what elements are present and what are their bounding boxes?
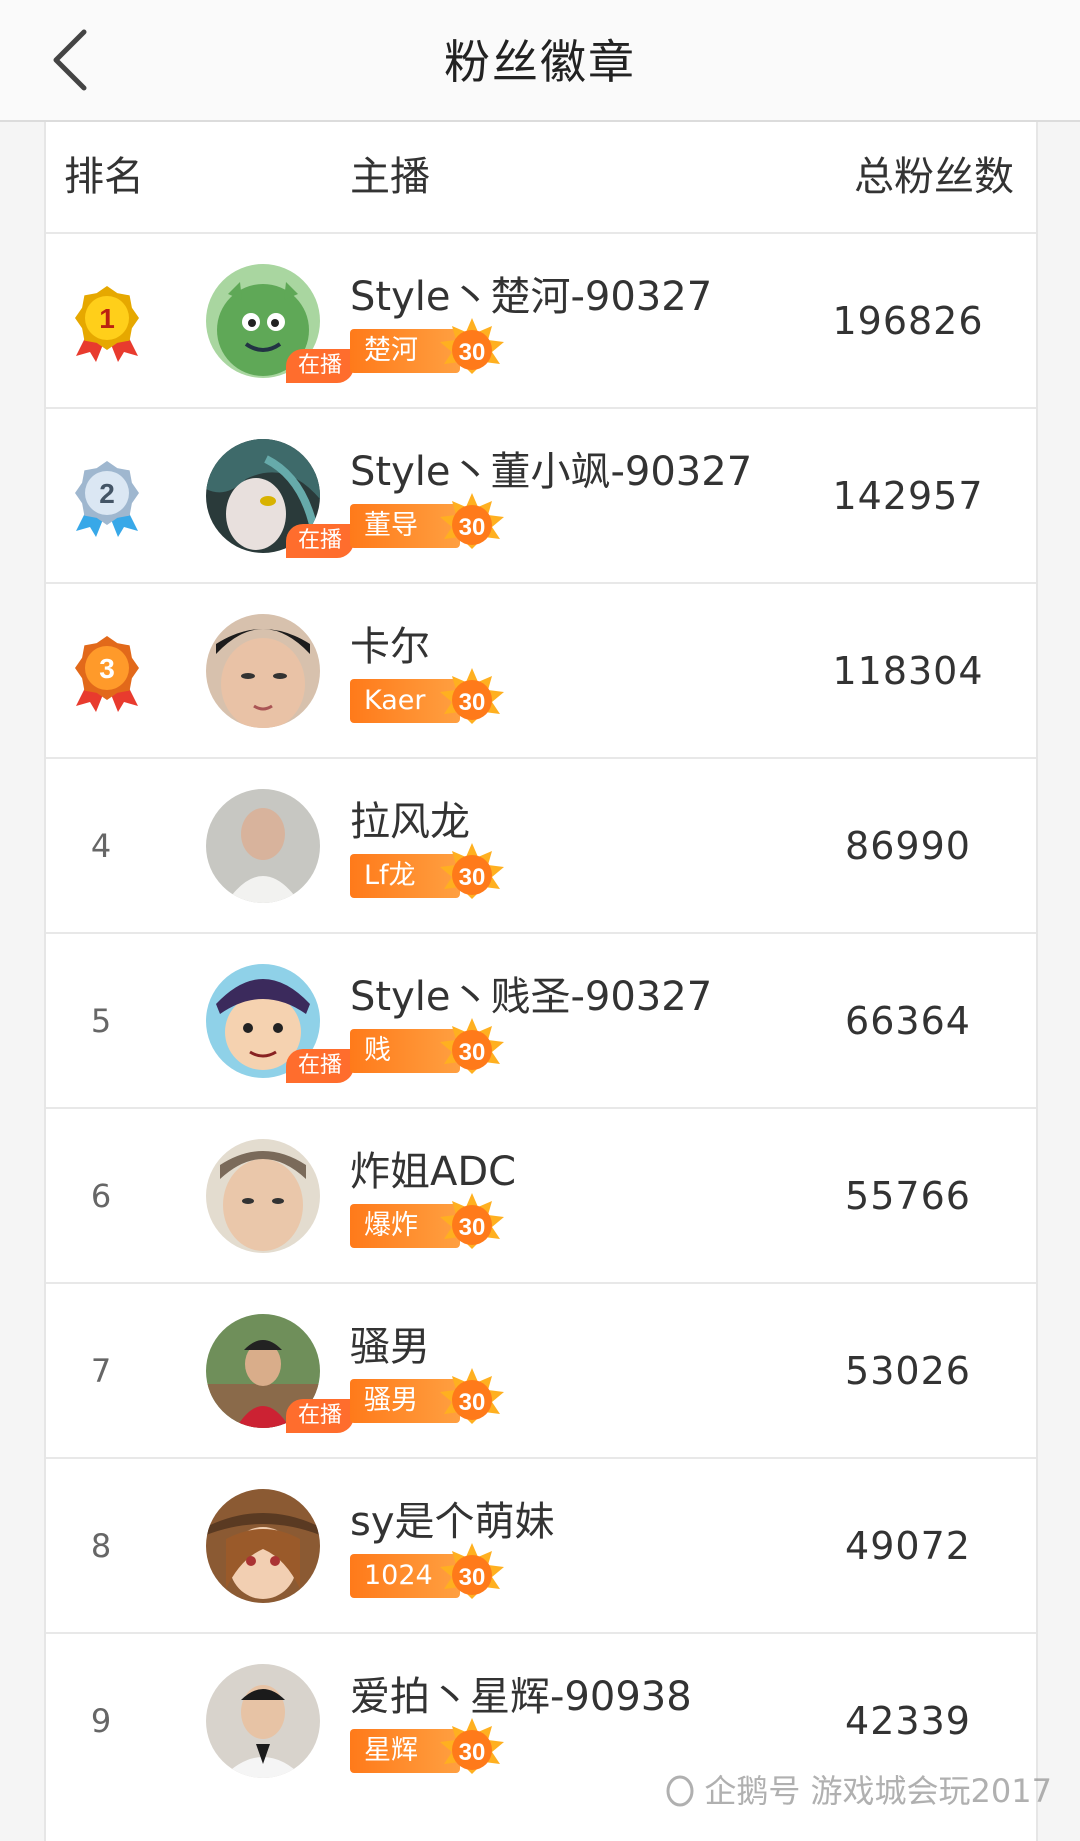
svg-text:2: 2 bbox=[99, 478, 115, 509]
ranking-row[interactable]: 4 拉风龙 Lf龙 30 86990 bbox=[46, 757, 1036, 934]
svg-text:30: 30 bbox=[459, 864, 486, 891]
watermark: 企鹅号 游戏城会玩2017 bbox=[662, 1766, 1052, 1815]
column-header-anchor: 主播 bbox=[350, 154, 430, 200]
watermark-text: 企鹅号 游戏城会玩2017 bbox=[704, 1772, 1052, 1810]
silver-medal-icon: 2 bbox=[68, 457, 146, 537]
man-portrait-avatar bbox=[206, 1664, 320, 1778]
svg-text:30: 30 bbox=[459, 1039, 486, 1066]
avatar[interactable] bbox=[206, 1139, 320, 1253]
rank-number: 5 bbox=[90, 1002, 112, 1040]
svg-text:30: 30 bbox=[459, 339, 486, 366]
badge-level-icon: 30 bbox=[434, 1014, 510, 1076]
live-status-badge: 在播 bbox=[286, 1399, 354, 1433]
ranking-row[interactable]: 5 在播 Style丶贱圣-90327 贱 30 66364 bbox=[46, 932, 1036, 1109]
anchor-name[interactable]: Style丶董小飒-90327 bbox=[350, 439, 752, 497]
fan-count: 49072 bbox=[845, 1524, 971, 1568]
avatar[interactable] bbox=[206, 1489, 320, 1603]
fan-count: 55766 bbox=[845, 1174, 971, 1218]
svg-text:30: 30 bbox=[459, 1739, 486, 1766]
badge-level-icon: 30 bbox=[434, 314, 510, 376]
anchor-name[interactable]: 爱拍丶星辉-90938 bbox=[350, 1664, 692, 1722]
page-title: 粉丝徽章 bbox=[444, 35, 636, 89]
svg-text:30: 30 bbox=[459, 1564, 486, 1591]
penguin-logo-icon bbox=[662, 1771, 698, 1815]
bald-man-avatar bbox=[206, 789, 320, 903]
svg-text:3: 3 bbox=[99, 653, 115, 684]
rank-number: 7 bbox=[90, 1352, 112, 1390]
app-header: 粉丝徽章 bbox=[0, 0, 1080, 122]
badge-level-icon: 30 bbox=[434, 839, 510, 901]
badge-level-icon: 30 bbox=[434, 489, 510, 551]
fan-count: 66364 bbox=[845, 999, 971, 1043]
ranking-row[interactable]: 3 卡尔 Kaer 30 118304 bbox=[46, 582, 1036, 759]
svg-text:30: 30 bbox=[459, 514, 486, 541]
anchor-name[interactable]: Style丶楚河-90327 bbox=[350, 264, 712, 322]
rank-number: 8 bbox=[90, 1527, 112, 1565]
gold-medal-icon: 1 bbox=[68, 282, 146, 362]
fan-count: 53026 bbox=[845, 1349, 971, 1393]
fan-count: 86990 bbox=[845, 824, 971, 868]
young-man-avatar bbox=[206, 614, 320, 728]
avatar[interactable] bbox=[206, 789, 320, 903]
svg-text:30: 30 bbox=[459, 1389, 486, 1416]
anchor-name[interactable]: 骚男 bbox=[350, 1314, 430, 1372]
badge-level-icon: 30 bbox=[434, 1364, 510, 1426]
rank-number: 6 bbox=[90, 1177, 112, 1215]
rank-number: 4 bbox=[90, 827, 112, 865]
live-status-badge: 在播 bbox=[286, 349, 354, 383]
ranking-row[interactable]: 7 在播 骚男 骚男 30 53026 bbox=[46, 1282, 1036, 1459]
badge-level-icon: 30 bbox=[434, 664, 510, 726]
live-status-badge: 在播 bbox=[286, 524, 354, 558]
badge-level-icon: 30 bbox=[434, 1189, 510, 1251]
boy-selfie-avatar bbox=[206, 1139, 320, 1253]
anchor-name[interactable]: 卡尔 bbox=[350, 614, 430, 672]
svg-text:30: 30 bbox=[459, 1214, 486, 1241]
fan-badge-ranking-list: 排名 主播 总粉丝数 1 在播 Style丶楚河-90327 楚河 30 196826 2 在… bbox=[44, 122, 1038, 1841]
column-header-fans: 总粉丝数 bbox=[854, 154, 1014, 200]
badge-level-icon: 30 bbox=[434, 1539, 510, 1601]
rank-number: 9 bbox=[90, 1702, 112, 1740]
ranking-row[interactable]: 1 在播 Style丶楚河-90327 楚河 30 196826 bbox=[46, 232, 1036, 409]
cowgirl-anime-avatar bbox=[206, 1489, 320, 1603]
anchor-name[interactable]: Style丶贱圣-90327 bbox=[350, 964, 712, 1022]
live-status-badge: 在播 bbox=[286, 1049, 354, 1083]
bronze-medal-icon: 3 bbox=[68, 632, 146, 712]
svg-text:30: 30 bbox=[459, 689, 486, 716]
ranking-row[interactable]: 6 炸姐ADC 爆炸 30 55766 bbox=[46, 1107, 1036, 1284]
fan-count: 196826 bbox=[832, 299, 984, 343]
avatar[interactable] bbox=[206, 1664, 320, 1778]
badge-level-icon: 30 bbox=[434, 1714, 510, 1776]
avatar[interactable] bbox=[206, 614, 320, 728]
ranking-row[interactable]: 8 sy是个萌妹 1024 30 49072 bbox=[46, 1457, 1036, 1634]
fan-count: 118304 bbox=[832, 649, 984, 693]
ranking-row[interactable]: 2 在播 Style丶董小飒-90327 董导 30 142957 bbox=[46, 407, 1036, 584]
svg-text:1: 1 bbox=[99, 303, 115, 334]
column-header-rank: 排名 bbox=[64, 154, 144, 200]
fan-count: 142957 bbox=[832, 474, 984, 518]
